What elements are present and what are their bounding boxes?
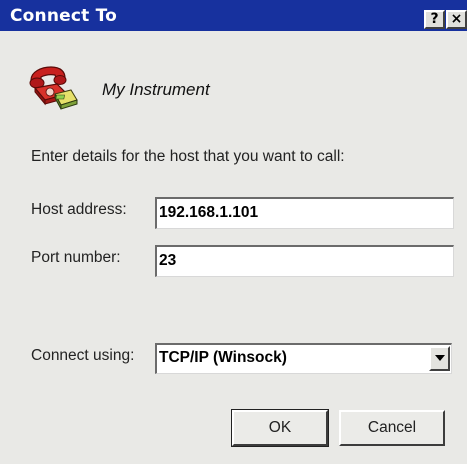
question-mark-icon: ? — [430, 11, 439, 27]
chevron-down-icon — [435, 355, 445, 361]
dropdown-button[interactable] — [429, 346, 450, 371]
connect-using-select[interactable]: TCP/IP (Winsock) — [155, 343, 452, 374]
port-number-label: Port number: — [31, 249, 121, 266]
host-address-input[interactable]: 192.168.1.101 — [155, 197, 454, 229]
title-bar: Connect To ? × — [0, 0, 467, 31]
connection-name: My Instrument — [102, 80, 210, 99]
instructions-text: Enter details for the host that you want… — [31, 148, 345, 165]
cancel-button[interactable]: Cancel — [339, 410, 445, 446]
close-icon: × — [450, 11, 463, 27]
help-button[interactable]: ? — [424, 10, 445, 29]
window-title: Connect To — [10, 6, 118, 26]
connect-using-value: TCP/IP (Winsock) — [159, 349, 287, 366]
port-number-input[interactable]: 23 — [155, 245, 454, 277]
ok-button[interactable]: OK — [231, 409, 329, 447]
connect-using-label: Connect using: — [31, 347, 135, 364]
host-address-label: Host address: — [31, 201, 127, 218]
close-button[interactable]: × — [446, 10, 467, 29]
connect-to-dialog: Connect To ? × My Instrument Enter detai… — [0, 0, 467, 464]
phone-connection-icon — [27, 64, 79, 114]
